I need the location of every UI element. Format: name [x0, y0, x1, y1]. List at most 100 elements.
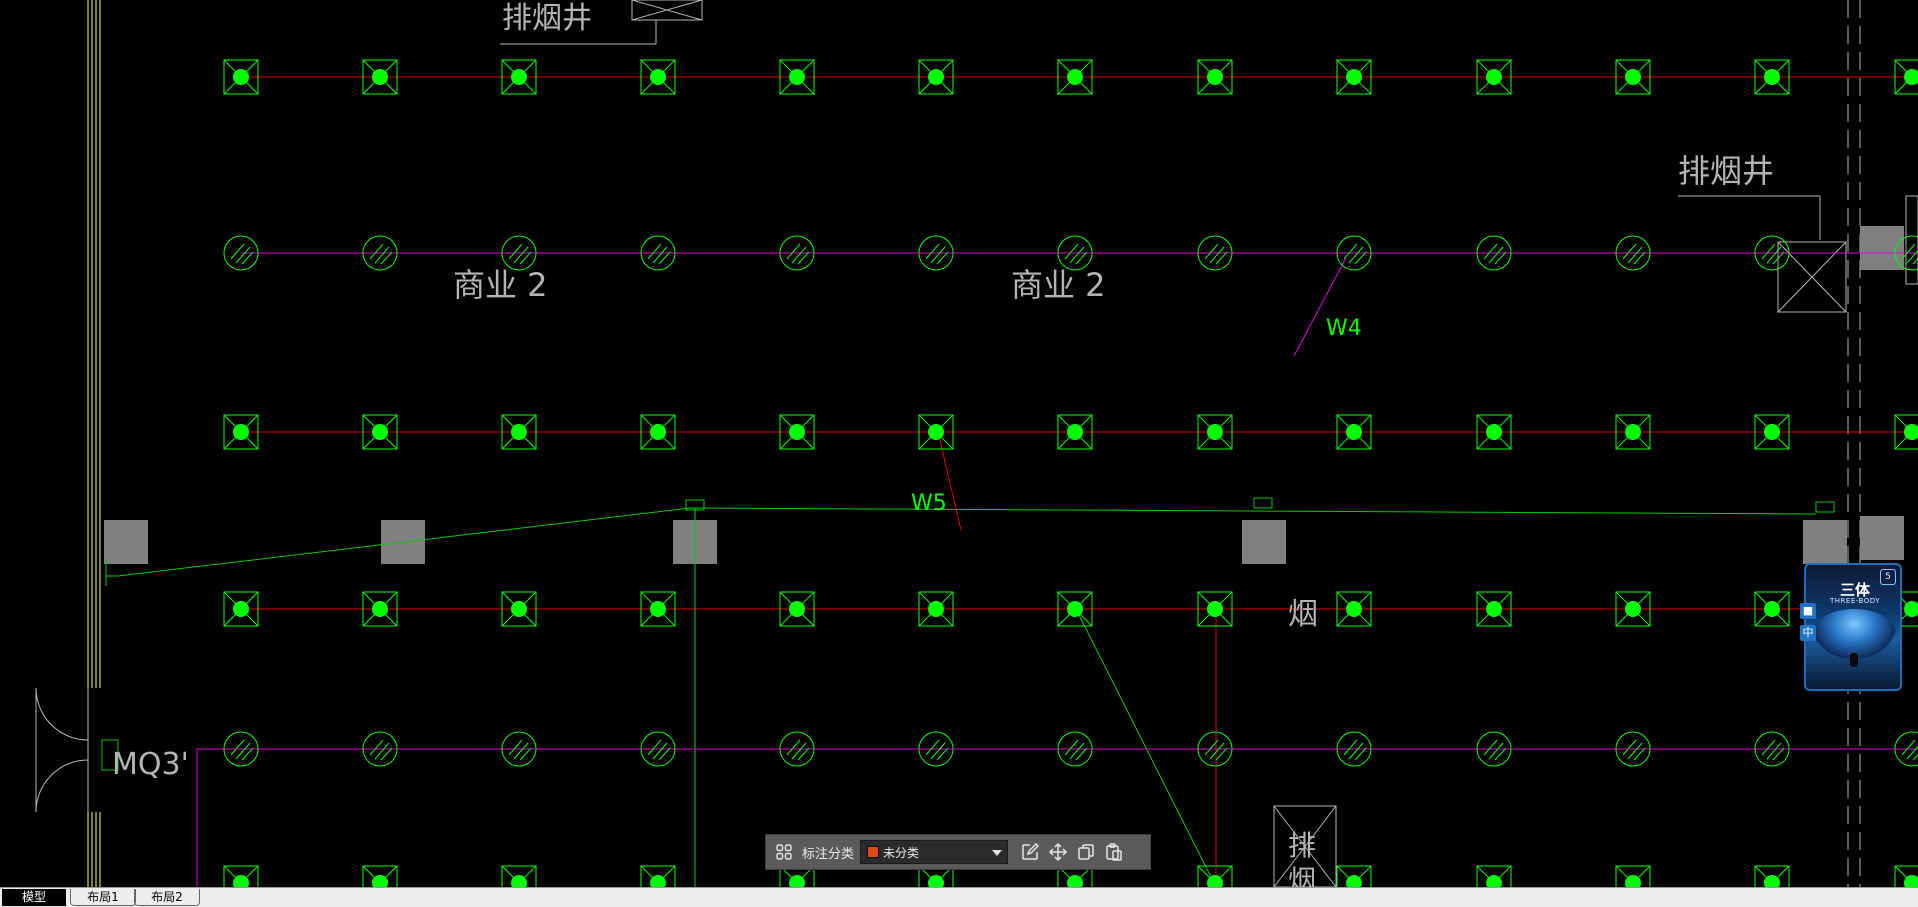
- tab-layout1[interactable]: 布局1: [70, 889, 136, 906]
- sprinkler-dot: [789, 601, 805, 617]
- widget-side-top-button[interactable]: ■: [1800, 603, 1816, 619]
- sprinkler-hatch: [930, 742, 946, 760]
- sprinkler-hatch: [791, 742, 807, 760]
- sprinkler-hatch: [374, 742, 390, 760]
- sprinkler-head-box: [640, 865, 676, 887]
- copy-icon[interactable]: [1074, 840, 1098, 864]
- dropdown-selected-value: 未分类: [883, 845, 920, 860]
- sprinkler-hatch: [235, 246, 251, 264]
- sprinkler-hatch: [1069, 742, 1085, 760]
- sprinkler-hatch: [1209, 742, 1225, 760]
- grid-icon[interactable]: [772, 840, 796, 864]
- sprinkler-dot: [928, 69, 944, 85]
- sprinkler-dot: [1486, 424, 1502, 440]
- chevron-down-icon[interactable]: [992, 850, 1003, 856]
- sprinkler-hatch: [1488, 742, 1504, 760]
- three-body-card[interactable]: 三体 THREE-BODY 5: [1804, 563, 1902, 691]
- sprinkler-dot: [650, 69, 666, 85]
- sprinkler-dot: [1346, 69, 1362, 85]
- sprinkler-head-box: [1197, 865, 1233, 887]
- sprinkler-dot: [928, 601, 944, 617]
- sprinkler-hatch: [1348, 742, 1364, 760]
- sprinkler-dot: [511, 424, 527, 440]
- widget-subtitle: THREE-BODY: [1830, 597, 1880, 605]
- sprinkler-dot: [789, 424, 805, 440]
- structural-column: [1242, 520, 1286, 564]
- sprinkler-head-box: [1615, 865, 1651, 887]
- sprinkler-head-box: [1336, 865, 1372, 887]
- annotation-category-label: 标注分类: [802, 846, 855, 862]
- sprinkler-dot: [1346, 601, 1362, 617]
- edit-icon[interactable]: [1018, 840, 1042, 864]
- structural-column: [104, 520, 148, 564]
- sprinkler-layer: [101, 59, 1918, 887]
- sprinkler-dot: [1764, 69, 1780, 85]
- pipe-fitting: [1253, 497, 1273, 509]
- sprinkler-dot: [1067, 69, 1083, 85]
- sprinkler-hatch: [513, 742, 529, 760]
- tab-layout2[interactable]: 布局2: [134, 889, 200, 906]
- sprinkler-hatch: [791, 246, 807, 264]
- label-door-mq3: MQ3': [112, 747, 189, 782]
- sprinkler-dot: [928, 424, 944, 440]
- widget-side-language-button[interactable]: 中: [1800, 625, 1816, 641]
- sprinkler-head-box: [223, 865, 259, 887]
- sprinkler-dot: [789, 69, 805, 85]
- label-smoke-shaft: 排烟井: [1678, 152, 1774, 190]
- planet-image: [1812, 609, 1896, 659]
- sprinkler-dot: [1486, 69, 1502, 85]
- sprinkler-dot: [1207, 601, 1223, 617]
- tab-model[interactable]: 模型: [2, 889, 66, 906]
- sprinkler-dot: [372, 69, 388, 85]
- sprinkler-dot: [511, 601, 527, 617]
- tab-label: 布局2: [151, 890, 183, 904]
- sprinkler-hatch: [1627, 246, 1643, 264]
- sprinkler-hatch: [1488, 246, 1504, 264]
- sprinkler-dot: [1067, 601, 1083, 617]
- sprinkler-dot: [650, 601, 666, 617]
- sprinkler-dot: [1625, 69, 1641, 85]
- three-body-widget[interactable]: 三体 THREE-BODY 5 ■ 中: [1800, 563, 1902, 691]
- label-pipe-w4: W4: [1326, 316, 1362, 341]
- structural-column: [1803, 520, 1847, 564]
- sprinkler-hatch: [652, 742, 668, 760]
- sprinkler-dot: [1346, 424, 1362, 440]
- sprinkler-hatch: [235, 742, 251, 760]
- sprinkler-dot: [1764, 601, 1780, 617]
- column-outline: [1905, 195, 1918, 285]
- sprinkler-dot: [511, 69, 527, 85]
- sprinkler-dot: [233, 601, 249, 617]
- sprinkler-dot: [233, 69, 249, 85]
- sprinkler-dot: [1625, 424, 1641, 440]
- label-smoke: 烟: [1288, 597, 1318, 632]
- sprinkler-hatch: [1627, 742, 1643, 760]
- sprinkler-hatch: [930, 246, 946, 264]
- sprinkler-dot: [233, 424, 249, 440]
- label-commercial-zone: 商业 2: [1011, 266, 1106, 304]
- sprinkler-dot: [1207, 69, 1223, 85]
- sprinkler-dot: [1625, 601, 1641, 617]
- sprinkler-hatch: [1766, 246, 1782, 264]
- structural-column: [1860, 226, 1904, 270]
- sprinkler-hatch: [513, 246, 529, 264]
- sprinkler-dot: [1067, 424, 1083, 440]
- sprinkler-head-box: [1894, 865, 1918, 887]
- sprinkler-dot: [1764, 424, 1780, 440]
- smoke-shaft-cross: [631, 0, 703, 21]
- label-smoke-shaft-partial: 烟: [1288, 864, 1316, 887]
- sprinkler-head-box: [1754, 865, 1790, 887]
- move-icon[interactable]: [1046, 840, 1070, 864]
- annotation-toolbar: 标注分类 未分类: [765, 834, 1151, 870]
- category-color-swatch: [867, 846, 880, 858]
- paste-icon[interactable]: [1102, 840, 1126, 864]
- cad-geometry: [35, 0, 1918, 887]
- pipe-magenta: [1293, 257, 1347, 357]
- annotation-category-dropdown[interactable]: 未分类: [860, 840, 1009, 864]
- cad-canvas[interactable]: 排烟井 排烟井 商业 2 商业 2 W4 W5 烟 MQ3' 排 烟: [0, 0, 1918, 887]
- sprinkler-dot: [1207, 424, 1223, 440]
- sprinkler-hatch: [1069, 246, 1085, 264]
- label-commercial-zone: 商业 2: [453, 266, 548, 304]
- tab-label: 布局1: [87, 890, 119, 904]
- pipe-green: [117, 507, 1817, 577]
- sprinkler-dot: [650, 424, 666, 440]
